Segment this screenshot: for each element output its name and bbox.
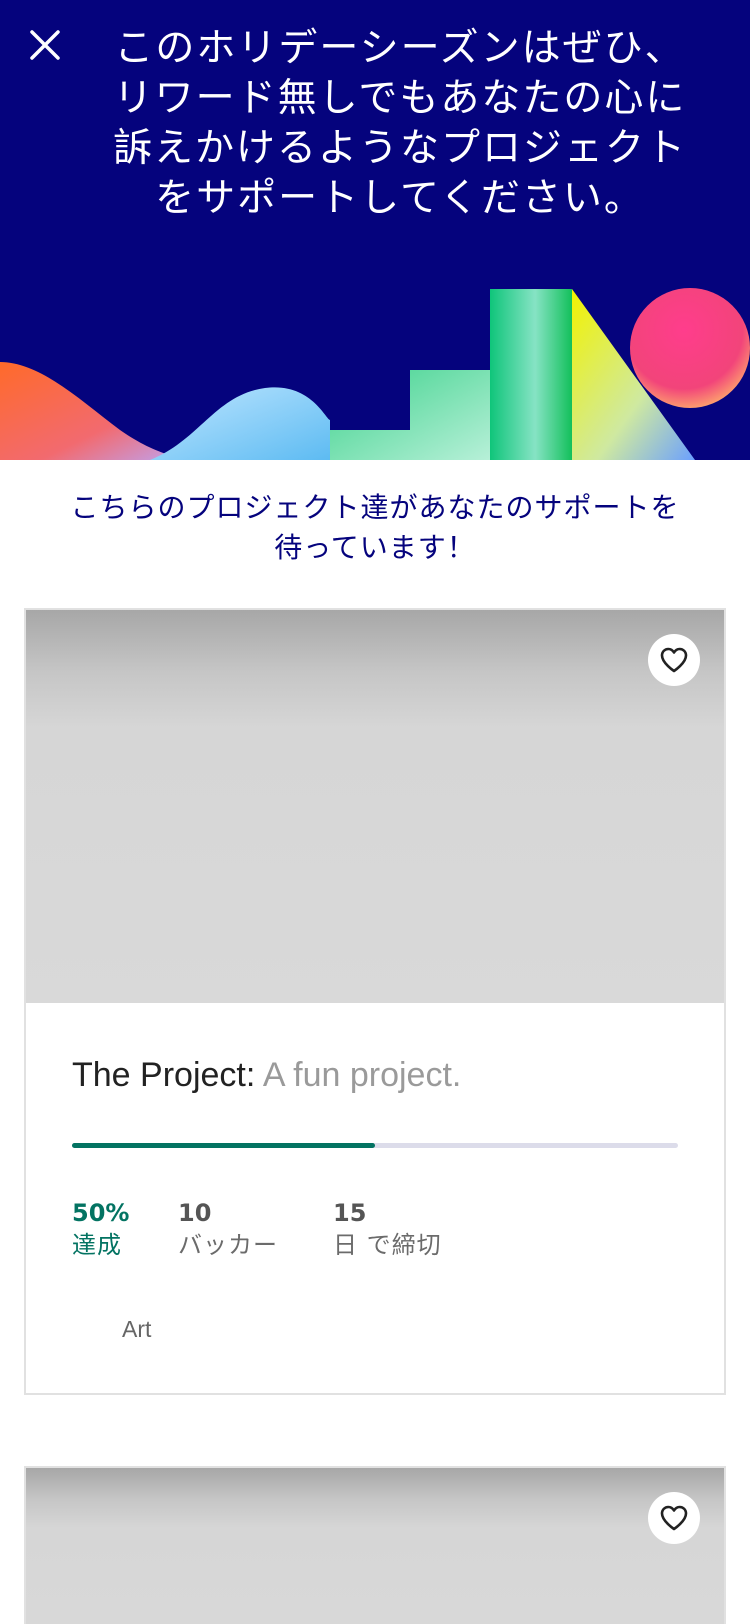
project-image bbox=[26, 610, 724, 1003]
heart-outline-icon bbox=[660, 1505, 688, 1531]
funded-percent: 50% bbox=[72, 1199, 130, 1227]
stat-days-left: 15 日 で締切 bbox=[333, 1198, 442, 1262]
funding-progress-bar bbox=[72, 1143, 678, 1148]
stat-backers: 10 バッカー bbox=[178, 1198, 333, 1262]
project-name: The Project: bbox=[72, 1056, 256, 1094]
project-details: The Project: A fun project. 50% 達成 10 バッ… bbox=[26, 1053, 724, 1343]
project-card[interactable]: The Project: A fun project. 50% 達成 10 バッ… bbox=[24, 608, 726, 1395]
project-stats: 50% 達成 10 バッカー 15 日 で締切 bbox=[72, 1198, 678, 1262]
project-card[interactable] bbox=[24, 1466, 726, 1624]
backers-count: 10 bbox=[178, 1199, 212, 1227]
funded-label: 達成 bbox=[72, 1231, 122, 1259]
section-subheading: こちらのプロジェクト達があなたのサポートを 待っています！ bbox=[70, 491, 680, 564]
favorite-button[interactable] bbox=[648, 634, 700, 686]
screen: このホリデーシーズンはぜひ、 リワード無しでもあなたの心に 訴えかけるようなプロ… bbox=[0, 0, 750, 1624]
days-left-count: 15 bbox=[333, 1199, 367, 1227]
project-blurb: A fun project. bbox=[255, 1056, 462, 1094]
backers-label: バッカー bbox=[178, 1231, 278, 1259]
banner-title: このホリデーシーズンはぜひ、 リワード無しでもあなたの心に 訴えかけるようなプロ… bbox=[112, 26, 687, 221]
project-image bbox=[26, 1468, 724, 1624]
favorite-button[interactable] bbox=[648, 1492, 700, 1544]
holiday-banner: このホリデーシーズンはぜひ、 リワード無しでもあなたの心に 訴えかけるようなプロ… bbox=[0, 0, 750, 460]
days-left-label: 日 で締切 bbox=[333, 1231, 442, 1259]
funding-progress-fill bbox=[72, 1143, 375, 1148]
close-icon bbox=[30, 30, 60, 60]
project-category[interactable]: Art bbox=[122, 1316, 678, 1343]
project-title[interactable]: The Project: A fun project. bbox=[72, 1053, 678, 1097]
heart-outline-icon bbox=[660, 647, 688, 673]
stat-funded: 50% 達成 bbox=[72, 1198, 178, 1262]
close-button[interactable] bbox=[22, 22, 68, 68]
